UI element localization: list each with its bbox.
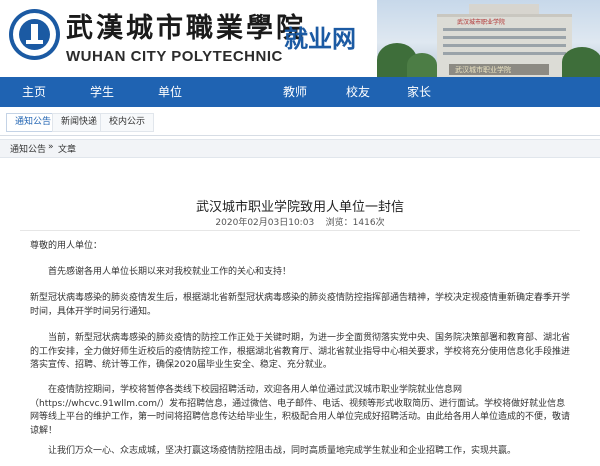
- article-paragraph: 新型冠状病毒感染的肺炎疫情发生后，根据湖北省新型冠状病毒感染的肺炎疫情防控指挥部…: [30, 293, 571, 317]
- school-logo[interactable]: [9, 9, 60, 60]
- article-greeting: 尊敬的用人单位：: [30, 241, 103, 251]
- article-paragraph: 当前，新型冠状病毒感染的肺炎疫情的防控工作正处于关键时期，为进一步全面贯彻落实党…: [30, 333, 571, 370]
- article-paragraph: 在疫情防控期间，学校将暂停各类线下校园招聘活动，欢迎各用人单位通过武汉城市职业学…: [30, 385, 571, 436]
- campus-banner-image: 武汉城市职业学院 武汉城市职业学院: [377, 0, 600, 77]
- article-date: 2020年02月03日10:03: [215, 218, 315, 228]
- article-views: 1416次: [352, 218, 385, 228]
- nav-item-alumni[interactable]: 校友: [346, 77, 370, 107]
- nav-item-home[interactable]: 主页: [22, 77, 46, 107]
- tab-news[interactable]: 新闻快递: [52, 113, 107, 132]
- school-name-cn: 武漢城市職業學院: [66, 13, 306, 44]
- divider: [20, 230, 580, 231]
- article-meta: 2020年02月03日10:03 浏览：1416次: [0, 215, 600, 228]
- nav-item-parents[interactable]: 家长: [407, 77, 431, 107]
- article-paragraph: 让我们万众一心、众志成城，坚决打赢这场疫情防控阻击战，同时高质量地完成学生就业和…: [48, 446, 517, 456]
- school-name-en: WUHAN CITY POLYTECHNIC: [66, 48, 283, 65]
- article-paragraph: 首先感谢各用人单位长期以来对我校就业工作的关心和支持！: [48, 267, 292, 277]
- breadcrumb-separator: »: [48, 142, 54, 152]
- article-title: 武汉城市职业学院致用人单位一封信: [195, 200, 404, 215]
- nav-item-teachers[interactable]: 教师: [283, 77, 307, 107]
- breadcrumb-section[interactable]: 通知公告: [10, 142, 46, 155]
- site-name: 就业网: [284, 25, 356, 53]
- nav-item-employers[interactable]: 单位: [158, 77, 182, 107]
- sub-tabs: 通知公告 新闻快递 校内公示: [0, 107, 600, 136]
- tab-campus-announcements[interactable]: 校内公示: [100, 113, 155, 132]
- nav-item-students[interactable]: 学生: [90, 77, 114, 107]
- banner-sign-text: 武汉城市职业学院: [457, 19, 506, 26]
- site-header: 武漢城市職業學院 WUHAN CITY POLYTECHNIC 就业网 武汉城市…: [0, 0, 600, 77]
- banner-stone-text: 武汉城市职业学院: [455, 66, 511, 74]
- article-views-label: 浏览：: [325, 218, 353, 228]
- breadcrumb: 通知公告 » 文章: [0, 139, 600, 158]
- breadcrumb-current: 文章: [58, 145, 77, 155]
- main-nav: 主页 学生 单位 教师 校友 家长: [0, 77, 600, 107]
